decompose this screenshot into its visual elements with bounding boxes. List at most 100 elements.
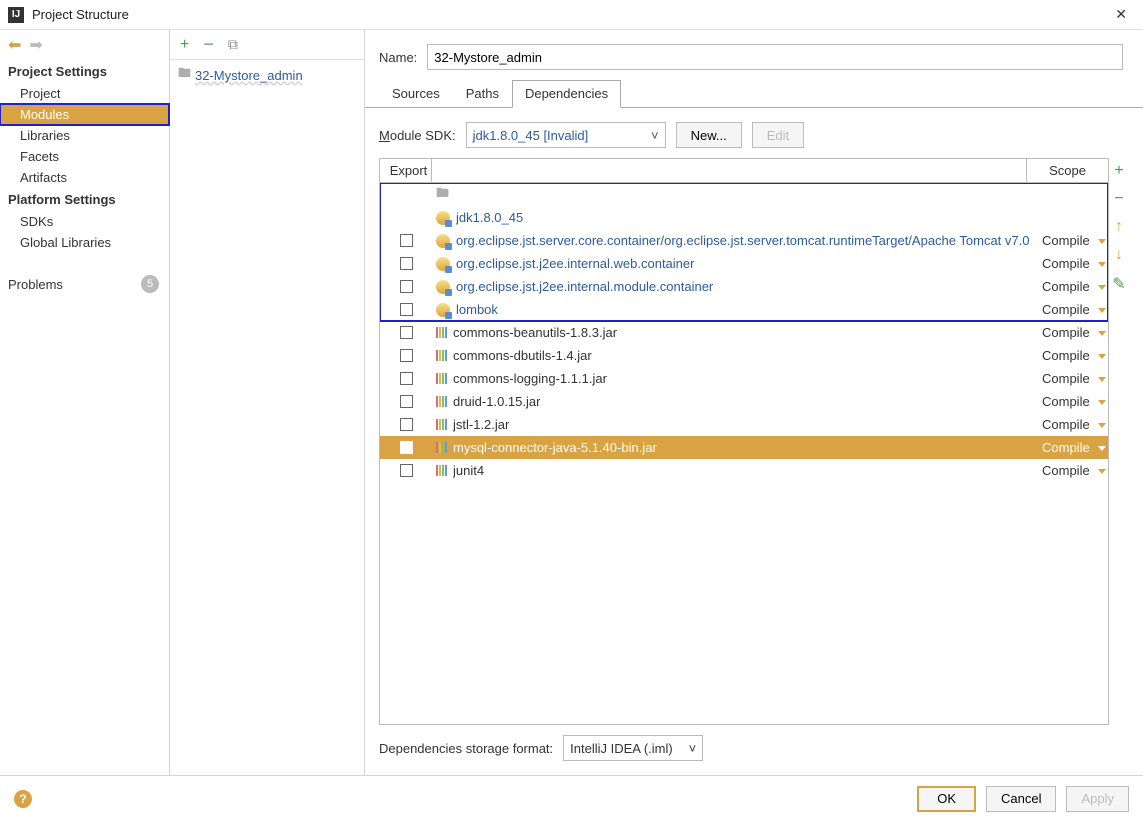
add-module-icon[interactable]: + (180, 36, 189, 54)
footer: ? OK Cancel Apply (0, 775, 1143, 821)
dependency-row[interactable]: commons-dbutils-1.4.jar Compile (380, 344, 1108, 367)
sidebar-item-modules[interactable]: Modules (0, 104, 169, 125)
export-checkbox[interactable] (400, 418, 413, 431)
dependency-row[interactable]: druid-1.0.15.jarCompile (380, 390, 1108, 413)
dependency-row[interactable]: jdk1.8.0_45 (380, 206, 1108, 229)
add-dependency-icon[interactable]: + (1114, 162, 1123, 180)
sidebar-item-problems[interactable]: Problems 5 (0, 269, 169, 299)
forward-icon[interactable]: ➡ (29, 35, 42, 55)
chevron-down-icon[interactable] (1098, 283, 1108, 291)
dependency-row[interactable]: commons-logging-1.1.1.jarCompile (380, 367, 1108, 390)
dependency-name: jstl-1.2.jar (453, 417, 509, 432)
sidebar-item-artifacts[interactable]: Artifacts (0, 167, 169, 188)
module-sdk-select[interactable]: jdk1.8.0_45 [Invalid] ˅ (466, 122, 666, 148)
scope-label: Compile (1042, 279, 1090, 294)
problems-count-badge: 5 (141, 275, 159, 293)
chevron-down-icon[interactable] (1098, 352, 1108, 360)
dependency-name: jdk1.8.0_45 (456, 210, 523, 225)
sidebar-item-facets[interactable]: Facets (0, 146, 169, 167)
move-down-icon[interactable]: ↓ (1115, 246, 1123, 264)
platform-settings-heading: Platform Settings (0, 188, 169, 211)
module-name-input[interactable] (427, 44, 1123, 70)
storage-format-select[interactable]: IntelliJ IDEA (.iml) ˅ (563, 735, 703, 761)
library-icon (436, 396, 447, 407)
scope-cell[interactable]: Compile (1038, 302, 1108, 317)
chevron-down-icon[interactable] (1098, 329, 1108, 337)
chevron-down-icon[interactable] (1098, 260, 1108, 268)
dependency-row[interactable]: lombok Compile (380, 298, 1108, 321)
new-sdk-button[interactable]: New... (676, 122, 742, 148)
chevron-down-icon[interactable] (1098, 398, 1108, 406)
close-icon[interactable]: ✕ (1107, 2, 1135, 27)
export-checkbox[interactable] (400, 441, 413, 454)
scope-cell[interactable]: Compile (1038, 463, 1108, 478)
module-name-label: 32-Mystore_admin (195, 68, 303, 83)
dependency-row[interactable]: junit4Compile (380, 459, 1108, 482)
scope-cell[interactable]: Compile (1038, 371, 1108, 386)
scope-cell[interactable]: Compile (1038, 348, 1108, 363)
library-icon (436, 303, 450, 317)
tab-dependencies[interactable]: Dependencies (512, 80, 621, 108)
export-checkbox[interactable] (400, 234, 413, 247)
scope-cell[interactable]: Compile (1038, 325, 1108, 340)
scope-cell[interactable]: Compile (1038, 394, 1108, 409)
dependency-row[interactable]: 🖿 (380, 183, 1108, 206)
scope-label: Compile (1042, 348, 1090, 363)
scope-cell[interactable]: Compile (1038, 440, 1108, 455)
column-export: Export (380, 159, 432, 182)
module-sdk-label: Module SDK: (379, 128, 456, 143)
tab-paths[interactable]: Paths (453, 80, 512, 107)
back-icon[interactable]: ⬅ (8, 35, 21, 55)
dependency-tools: + − ↑ ↓ ✎ (1109, 158, 1129, 725)
chevron-down-icon[interactable] (1098, 306, 1108, 314)
scope-label: Compile (1042, 256, 1090, 271)
tab-sources[interactable]: Sources (379, 80, 453, 107)
dependency-row[interactable]: org.eclipse.jst.j2ee.internal.web.contai… (380, 252, 1108, 275)
export-checkbox[interactable] (400, 303, 413, 316)
dependency-row[interactable]: org.eclipse.jst.server.core.container/or… (380, 229, 1108, 252)
dependency-name: commons-beanutils-1.8.3.jar (453, 325, 617, 340)
move-up-icon[interactable]: ↑ (1115, 218, 1123, 236)
remove-dependency-icon[interactable]: − (1114, 190, 1123, 208)
dependency-row[interactable]: commons-beanutils-1.8.3.jar Compile (380, 321, 1108, 344)
help-icon[interactable]: ? (14, 790, 32, 808)
export-checkbox[interactable] (400, 257, 413, 270)
edit-dependency-icon[interactable]: ✎ (1112, 274, 1125, 294)
chevron-down-icon[interactable] (1098, 375, 1108, 383)
dependency-name: org.eclipse.jst.j2ee.internal.module.con… (456, 279, 713, 294)
project-settings-heading: Project Settings (0, 60, 169, 83)
sidebar-item-libraries[interactable]: Libraries (0, 125, 169, 146)
sidebar-item-project[interactable]: Project (0, 83, 169, 104)
module-list-item[interactable]: 🖿 32-Mystore_admin (170, 60, 364, 90)
scope-cell[interactable]: Compile (1038, 417, 1108, 432)
dependency-row[interactable]: jstl-1.2.jar Compile (380, 413, 1108, 436)
dependency-row[interactable]: org.eclipse.jst.j2ee.internal.module.con… (380, 275, 1108, 298)
copy-module-icon[interactable]: ⧉ (228, 36, 238, 53)
export-checkbox[interactable] (400, 280, 413, 293)
chevron-down-icon[interactable] (1098, 467, 1108, 475)
export-checkbox[interactable] (400, 349, 413, 362)
export-checkbox[interactable] (400, 464, 413, 477)
sidebar-item-sdks[interactable]: SDKs (0, 211, 169, 232)
sidebar-item-global-libraries[interactable]: Global Libraries (0, 232, 169, 253)
export-checkbox[interactable] (400, 395, 413, 408)
export-checkbox[interactable] (400, 372, 413, 385)
dependency-row[interactable]: mysql-connector-java-5.1.40-bin.jarCompi… (380, 436, 1108, 459)
scope-cell[interactable]: Compile (1038, 279, 1108, 294)
dependency-name: lombok (456, 302, 498, 317)
dependency-name: commons-dbutils-1.4.jar (453, 348, 592, 363)
scope-cell[interactable]: Compile (1038, 233, 1108, 248)
dependency-name: org.eclipse.jst.server.core.container/or… (456, 233, 1029, 248)
dependency-name: org.eclipse.jst.j2ee.internal.web.contai… (456, 256, 694, 271)
chevron-down-icon: ˅ (689, 741, 697, 756)
chevron-down-icon[interactable] (1098, 421, 1108, 429)
ok-button[interactable]: OK (917, 786, 976, 812)
app-icon: IJ (8, 7, 24, 23)
scope-cell[interactable]: Compile (1038, 256, 1108, 271)
export-checkbox[interactable] (400, 326, 413, 339)
cancel-button[interactable]: Cancel (986, 786, 1056, 812)
sidebar: ⬅ ➡ Project Settings ProjectModulesLibra… (0, 30, 170, 775)
remove-module-icon[interactable]: − (203, 34, 214, 55)
chevron-down-icon[interactable] (1098, 237, 1108, 245)
chevron-down-icon[interactable] (1098, 444, 1108, 452)
